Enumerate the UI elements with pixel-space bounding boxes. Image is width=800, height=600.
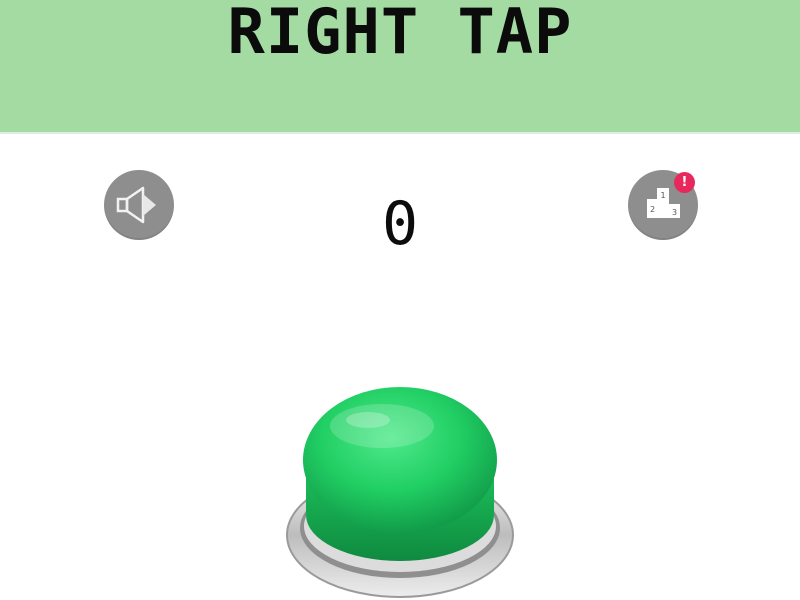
speaker-icon	[116, 186, 156, 224]
podium-label-3: 3	[672, 208, 677, 217]
notification-badge: !	[674, 172, 695, 193]
tap-button-graphic	[286, 387, 514, 598]
score-counter: 0	[381, 189, 419, 259]
sound-toggle-button[interactable]	[104, 170, 174, 240]
tap-button[interactable]	[280, 380, 520, 600]
game-title: RIGHT TAP	[227, 0, 573, 68]
podium-label-2: 2	[650, 205, 655, 214]
header-bar: RIGHT TAP	[0, 0, 800, 134]
podium-label-1: 1	[660, 191, 665, 200]
